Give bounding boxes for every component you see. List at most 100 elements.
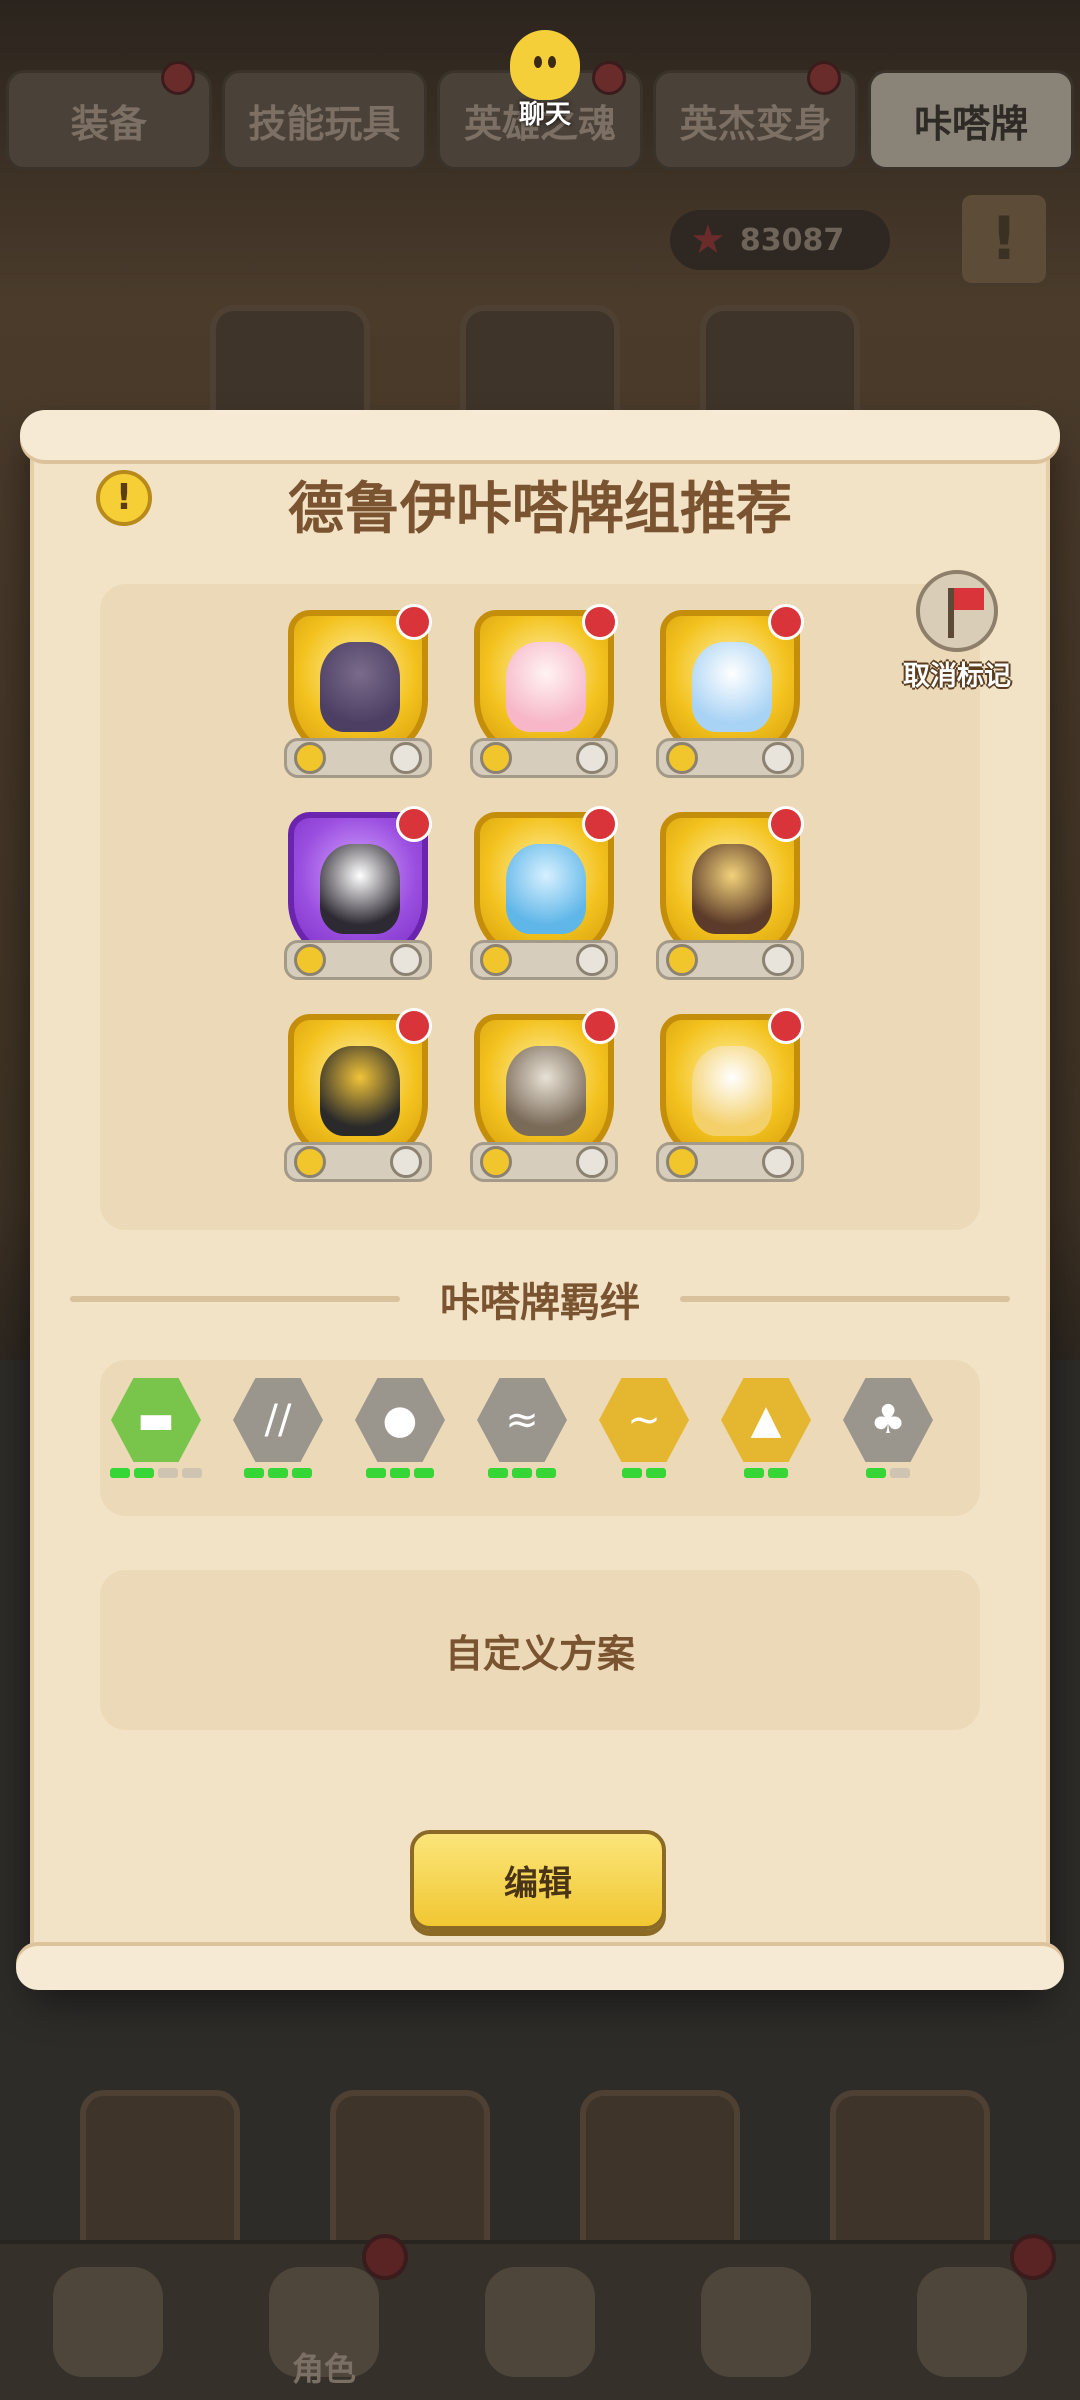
tab-cards[interactable]: 咔嗒牌 [868, 70, 1074, 170]
bond-symbol-icon [576, 1146, 608, 1178]
chat-button[interactable]: 聊天 [470, 30, 620, 140]
flag-icon [768, 806, 804, 842]
bond-progress [230, 1468, 326, 1478]
water-icon: ~ [599, 1378, 689, 1462]
creature-portrait [320, 844, 400, 934]
wing-icon: ≈ [477, 1378, 567, 1462]
starfish-icon: ★ [690, 217, 726, 263]
shop-icon [917, 2267, 1027, 2377]
currency-amount: 83087 [739, 222, 845, 258]
bond-progress [474, 1468, 570, 1478]
bond-progress-pip [134, 1468, 154, 1478]
bond-item[interactable]: ♣ [840, 1378, 936, 1478]
bond-symbol-icon [666, 944, 698, 976]
bond-item[interactable]: ~ [596, 1378, 692, 1478]
notification-dot [362, 2234, 408, 2280]
bond-symbol-icon [480, 1146, 512, 1178]
tab-label: 技能玩具 [248, 101, 401, 146]
flag-icon [396, 1008, 432, 1044]
deck-card[interactable] [470, 806, 618, 988]
creature-portrait [692, 844, 772, 934]
unmark-button[interactable]: 取消标记 [882, 570, 1032, 693]
bond-item[interactable]: ≈ [474, 1378, 570, 1478]
bond-progress-pip [182, 1468, 202, 1478]
bond-item[interactable]: ▲ [718, 1378, 814, 1478]
bond-symbol-icon [762, 1146, 794, 1178]
bond-item[interactable]: ● [352, 1378, 448, 1478]
bond-symbol-icon [390, 944, 422, 976]
nav-hero[interactable] [0, 2244, 216, 2400]
deck-recommend-modal: ! 德鲁伊咔嗒牌组推荐 取消标记 咔嗒牌羁绊 ▬//● ≈ ~ ▲ ♣ 自定义方案 编辑 [16, 410, 1064, 1990]
nav-pet[interactable] [648, 2244, 864, 2400]
notification-dot [160, 61, 195, 95]
deck-card[interactable] [470, 604, 618, 786]
creature-portrait [692, 1046, 772, 1136]
edit-button[interactable]: 编辑 [410, 1830, 666, 1930]
bond-symbol-icon [762, 944, 794, 976]
bond-progress-pip [866, 1468, 886, 1478]
deck-card[interactable] [284, 1008, 432, 1190]
bond-progress-pip [536, 1468, 556, 1478]
nav-character[interactable]: 角色 [216, 2234, 432, 2400]
bond-progress-pip [646, 1468, 666, 1478]
info-icon[interactable]: ! [962, 195, 1046, 283]
pet-icon [701, 2267, 811, 2377]
bond-symbol-icon [294, 742, 326, 774]
bond-item[interactable]: ▬ [108, 1378, 204, 1478]
tab-label: 英杰变身 [679, 101, 832, 146]
notification-dot [807, 61, 842, 95]
custom-plan-label: 自定义方案 [444, 1631, 635, 1676]
palm-icon: ♣ [843, 1378, 933, 1462]
deck-card[interactable] [284, 604, 432, 786]
deck-card[interactable] [470, 1008, 618, 1190]
creature-portrait [506, 642, 586, 732]
bond-progress-pip [512, 1468, 532, 1478]
edit-label: 编辑 [504, 1863, 572, 1904]
tab-label: 装备 [70, 101, 147, 146]
bond-progress-pip [622, 1468, 642, 1478]
flag-icon [768, 1008, 804, 1044]
nav-shop[interactable] [864, 2234, 1080, 2400]
custom-plan-panel[interactable]: 自定义方案 [100, 1570, 980, 1730]
bottom-nav: 角色 [0, 2234, 1080, 2400]
bond-progress [108, 1468, 204, 1478]
bond-symbol-icon [480, 944, 512, 976]
bond-progress-pip [768, 1468, 788, 1478]
deck-card[interactable] [284, 806, 432, 988]
bond-symbol-icon [666, 1146, 698, 1178]
bond-symbol-icon [762, 742, 794, 774]
bond-symbol-icon [294, 1146, 326, 1178]
bond-title: 咔嗒牌羁绊 [440, 1280, 640, 1326]
bond-progress-pip [366, 1468, 386, 1478]
deck-card[interactable] [656, 604, 804, 786]
deck-card[interactable] [656, 806, 804, 988]
grass-icon: ▬ [111, 1378, 201, 1462]
flag-icon [582, 1008, 618, 1044]
modal-header: 德鲁伊咔嗒牌组推荐 [60, 454, 1020, 554]
bond-symbol-icon [480, 742, 512, 774]
claw-icon: // [233, 1378, 323, 1462]
nav-weapon[interactable] [432, 2244, 648, 2400]
bond-progress-pip [292, 1468, 312, 1478]
deck-card[interactable] [656, 1008, 804, 1190]
flag-icon [582, 806, 618, 842]
flag-icon [396, 806, 432, 842]
bond-item[interactable]: // [230, 1378, 326, 1478]
tab-hero-transform[interactable]: 英杰变身 [652, 61, 859, 170]
bond-panel: ▬ // ● ≈ ~ ▲ ♣ [100, 1360, 980, 1516]
chat-face-icon [510, 30, 580, 100]
tab-skill-toys[interactable]: 技能玩具 [221, 70, 428, 170]
tab-label: 咔嗒牌 [914, 101, 1029, 146]
bond-progress-pip [890, 1468, 910, 1478]
bond-progress-pip [744, 1468, 764, 1478]
creature-portrait [506, 844, 586, 934]
bond-symbol-icon [576, 944, 608, 976]
flag-icon [768, 604, 804, 640]
modal-title: 德鲁伊咔嗒牌组推荐 [288, 476, 792, 542]
creature-portrait [506, 1046, 586, 1136]
bond-progress [352, 1468, 448, 1478]
bond-symbol-icon [390, 742, 422, 774]
tab-equipment[interactable]: 装备 [6, 61, 212, 170]
bond-progress-pip [390, 1468, 410, 1478]
creature-portrait [320, 1046, 400, 1136]
